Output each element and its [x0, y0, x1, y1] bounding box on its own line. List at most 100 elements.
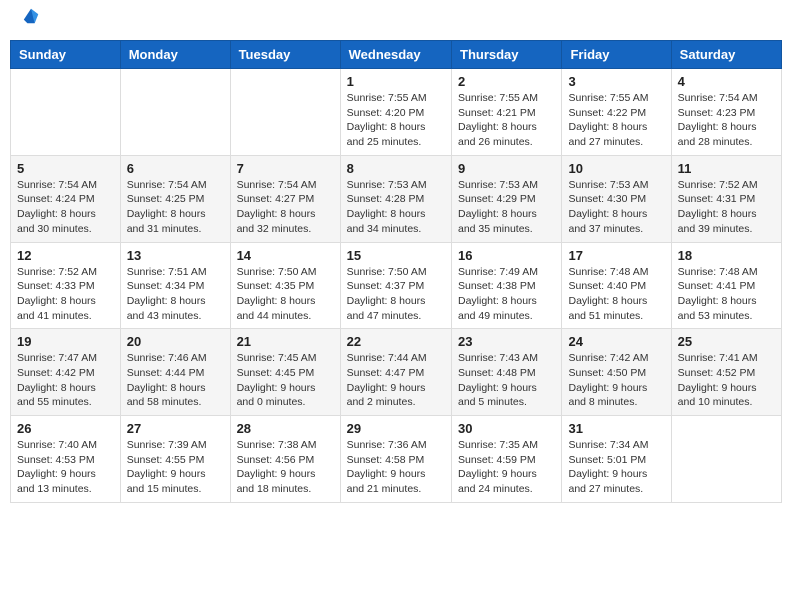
day-number: 15	[347, 248, 445, 263]
calendar-header-row: SundayMondayTuesdayWednesdayThursdayFrid…	[11, 41, 782, 69]
calendar-cell: 17Sunrise: 7:48 AMSunset: 4:40 PMDayligh…	[562, 242, 671, 329]
day-info: Sunrise: 7:40 AMSunset: 4:53 PMDaylight:…	[17, 438, 114, 497]
day-info: Sunrise: 7:53 AMSunset: 4:28 PMDaylight:…	[347, 178, 445, 237]
day-info: Sunrise: 7:45 AMSunset: 4:45 PMDaylight:…	[237, 351, 334, 410]
calendar-cell: 6Sunrise: 7:54 AMSunset: 4:25 PMDaylight…	[120, 155, 230, 242]
calendar-cell: 16Sunrise: 7:49 AMSunset: 4:38 PMDayligh…	[452, 242, 562, 329]
day-number: 29	[347, 421, 445, 436]
day-info: Sunrise: 7:54 AMSunset: 4:23 PMDaylight:…	[678, 91, 775, 150]
day-number: 10	[568, 161, 664, 176]
calendar-cell: 29 Sunrise: 7:36 AMSunset: 4:58 PMDayligh…	[340, 416, 451, 503]
calendar-cell: 31 Sunrise: 7:34 AMSunset: 5:01 PMDayligh…	[562, 416, 671, 503]
day-info: Sunrise: 7:54 AMSunset: 4:25 PMDaylight:…	[127, 178, 224, 237]
day-number: 5	[17, 161, 114, 176]
day-number: 21	[237, 334, 334, 349]
calendar-cell: 21 Sunrise: 7:45 AMSunset: 4:45 PMDayligh…	[230, 329, 340, 416]
calendar-cell	[11, 69, 121, 156]
day-number: 25	[678, 334, 775, 349]
day-number: 9	[458, 161, 555, 176]
day-info: Sunrise: 7:48 AMSunset: 4:40 PMDaylight:…	[568, 265, 664, 324]
calendar-cell: 5 Sunrise: 7:54 AMSunset: 4:24 PMDaylight…	[11, 155, 121, 242]
day-number: 14	[237, 248, 334, 263]
calendar-cell: 19Sunrise: 7:47 AMSunset: 4:42 PMDayligh…	[11, 329, 121, 416]
day-number: 31	[568, 421, 664, 436]
calendar-cell: 25 Sunrise: 7:41 AMSunset: 4:52 PMDayligh…	[671, 329, 781, 416]
day-info: Sunrise: 7:42 AMSunset: 4:50 PMDaylight:…	[568, 351, 664, 410]
day-number: 11	[678, 161, 775, 176]
calendar-week-row: 19Sunrise: 7:47 AMSunset: 4:42 PMDayligh…	[11, 329, 782, 416]
calendar-cell	[230, 69, 340, 156]
calendar-cell: 1Sunrise: 7:55 AMSunset: 4:20 PMDaylight…	[340, 69, 451, 156]
day-info: Sunrise: 7:55 AMSunset: 4:22 PMDaylight:…	[568, 91, 664, 150]
calendar-week-row: 26 Sunrise: 7:40 AMSunset: 4:53 PMDayligh…	[11, 416, 782, 503]
calendar-header-wednesday: Wednesday	[340, 41, 451, 69]
day-info: Sunrise: 7:49 AMSunset: 4:38 PMDaylight:…	[458, 265, 555, 324]
day-info: Sunrise: 7:44 AMSunset: 4:47 PMDaylight:…	[347, 351, 445, 410]
day-info: Sunrise: 7:51 AMSunset: 4:34 PMDaylight:…	[127, 265, 224, 324]
calendar-header-friday: Friday	[562, 41, 671, 69]
day-number: 12	[17, 248, 114, 263]
calendar-cell: 13 Sunrise: 7:51 AMSunset: 4:34 PMDayligh…	[120, 242, 230, 329]
calendar-cell: 28Sunrise: 7:38 AMSunset: 4:56 PMDayligh…	[230, 416, 340, 503]
day-info: Sunrise: 7:52 AMSunset: 4:33 PMDaylight:…	[17, 265, 114, 324]
day-info: Sunrise: 7:54 AMSunset: 4:24 PMDaylight:…	[17, 178, 114, 237]
day-number: 3	[568, 74, 664, 89]
day-info: Sunrise: 7:46 AMSunset: 4:44 PMDaylight:…	[127, 351, 224, 410]
day-info: Sunrise: 7:48 AMSunset: 4:41 PMDaylight:…	[678, 265, 775, 324]
calendar-cell: 26 Sunrise: 7:40 AMSunset: 4:53 PMDayligh…	[11, 416, 121, 503]
day-info: Sunrise: 7:39 AMSunset: 4:55 PMDaylight:…	[127, 438, 224, 497]
calendar-header-monday: Monday	[120, 41, 230, 69]
calendar-cell: 15 Sunrise: 7:50 AMSunset: 4:37 PMDayligh…	[340, 242, 451, 329]
calendar-cell: 12 Sunrise: 7:52 AMSunset: 4:33 PMDayligh…	[11, 242, 121, 329]
day-info: Sunrise: 7:38 AMSunset: 4:56 PMDaylight:…	[237, 438, 334, 497]
calendar-week-row: 12 Sunrise: 7:52 AMSunset: 4:33 PMDayligh…	[11, 242, 782, 329]
day-info: Sunrise: 7:53 AMSunset: 4:30 PMDaylight:…	[568, 178, 664, 237]
day-number: 20	[127, 334, 224, 349]
day-info: Sunrise: 7:52 AMSunset: 4:31 PMDaylight:…	[678, 178, 775, 237]
logo-icon	[22, 7, 40, 25]
day-info: Sunrise: 7:50 AMSunset: 4:35 PMDaylight:…	[237, 265, 334, 324]
day-number: 27	[127, 421, 224, 436]
calendar-cell: 27 Sunrise: 7:39 AMSunset: 4:55 PMDayligh…	[120, 416, 230, 503]
day-info: Sunrise: 7:54 AMSunset: 4:27 PMDaylight:…	[237, 178, 334, 237]
calendar-cell: 23 Sunrise: 7:43 AMSunset: 4:48 PMDayligh…	[452, 329, 562, 416]
day-number: 2	[458, 74, 555, 89]
calendar-cell: 2 Sunrise: 7:55 AMSunset: 4:21 PMDaylight…	[452, 69, 562, 156]
day-info: Sunrise: 7:50 AMSunset: 4:37 PMDaylight:…	[347, 265, 445, 324]
day-info: Sunrise: 7:55 AMSunset: 4:21 PMDaylight:…	[458, 91, 555, 150]
calendar-cell: 30 Sunrise: 7:35 AMSunset: 4:59 PMDayligh…	[452, 416, 562, 503]
calendar-header-sunday: Sunday	[11, 41, 121, 69]
day-info: Sunrise: 7:35 AMSunset: 4:59 PMDaylight:…	[458, 438, 555, 497]
day-number: 30	[458, 421, 555, 436]
calendar-header-tuesday: Tuesday	[230, 41, 340, 69]
calendar-cell: 3 Sunrise: 7:55 AMSunset: 4:22 PMDaylight…	[562, 69, 671, 156]
day-info: Sunrise: 7:55 AMSunset: 4:20 PMDaylight:…	[347, 91, 445, 150]
calendar-week-row: 1Sunrise: 7:55 AMSunset: 4:20 PMDaylight…	[11, 69, 782, 156]
day-info: Sunrise: 7:47 AMSunset: 4:42 PMDaylight:…	[17, 351, 114, 410]
page-header	[10, 10, 782, 30]
day-number: 23	[458, 334, 555, 349]
calendar-cell: 9 Sunrise: 7:53 AMSunset: 4:29 PMDaylight…	[452, 155, 562, 242]
day-info: Sunrise: 7:43 AMSunset: 4:48 PMDaylight:…	[458, 351, 555, 410]
calendar-cell: 10 Sunrise: 7:53 AMSunset: 4:30 PMDayligh…	[562, 155, 671, 242]
day-number: 7	[237, 161, 334, 176]
calendar-cell: 8 Sunrise: 7:53 AMSunset: 4:28 PMDaylight…	[340, 155, 451, 242]
day-info: Sunrise: 7:53 AMSunset: 4:29 PMDaylight:…	[458, 178, 555, 237]
day-number: 24	[568, 334, 664, 349]
calendar-cell: 11 Sunrise: 7:52 AMSunset: 4:31 PMDayligh…	[671, 155, 781, 242]
day-info: Sunrise: 7:41 AMSunset: 4:52 PMDaylight:…	[678, 351, 775, 410]
day-number: 22	[347, 334, 445, 349]
calendar-cell: 7 Sunrise: 7:54 AMSunset: 4:27 PMDaylight…	[230, 155, 340, 242]
day-info: Sunrise: 7:36 AMSunset: 4:58 PMDaylight:…	[347, 438, 445, 497]
day-number: 4	[678, 74, 775, 89]
calendar-cell: 4 Sunrise: 7:54 AMSunset: 4:23 PMDaylight…	[671, 69, 781, 156]
day-number: 26	[17, 421, 114, 436]
calendar-header-thursday: Thursday	[452, 41, 562, 69]
calendar-cell: 24 Sunrise: 7:42 AMSunset: 4:50 PMDayligh…	[562, 329, 671, 416]
day-number: 8	[347, 161, 445, 176]
day-number: 13	[127, 248, 224, 263]
day-info: Sunrise: 7:34 AMSunset: 5:01 PMDaylight:…	[568, 438, 664, 497]
logo	[20, 15, 40, 25]
day-number: 18	[678, 248, 775, 263]
calendar-cell: 14 Sunrise: 7:50 AMSunset: 4:35 PMDayligh…	[230, 242, 340, 329]
